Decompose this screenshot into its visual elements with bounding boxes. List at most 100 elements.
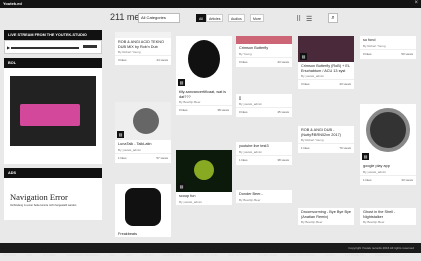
- card-title[interactable]: Donder Beer...: [236, 190, 292, 197]
- app-logo[interactable]: Youtek.ed: [3, 1, 22, 6]
- card-title[interactable]: ROB & ANGI ACID TEKNO DUB MIX by Rob'n D…: [115, 38, 171, 49]
- footer-link[interactable]: HOME PAGE: [256, 250, 280, 260]
- card-thumb: [115, 184, 171, 230]
- media-card[interactable]: Donder Beer... By Boerlijn Beer: [236, 190, 292, 203]
- copyright-text: Copyright Youtek records 2016 All rights…: [348, 246, 414, 250]
- top-bar: Youtek.ed ×: [0, 0, 421, 8]
- card-title[interactable]: Crimson Butterfly (RoB) + EL Erschabtum …: [298, 62, 354, 73]
- likes-count[interactable]: 1 likes: [239, 158, 248, 162]
- close-icon[interactable]: ×: [414, 0, 418, 6]
- card-thumb: ▤: [360, 104, 416, 162]
- likes-count[interactable]: 3 likes: [301, 82, 310, 86]
- filter-more[interactable]: More: [250, 14, 264, 22]
- card-title[interactable]: Ghost in the Shell - Nightstalker: [360, 208, 416, 219]
- media-card[interactable]: so fond By Robert Young 0 likes 50 views: [360, 36, 416, 59]
- card-thumb: ▤: [176, 36, 232, 88]
- footer-link[interactable]: NEW WINDOW: [225, 250, 252, 260]
- volume-slider[interactable]: [83, 45, 97, 48]
- media-card[interactable]: Ghost in the Shell - Nightstalker By Bee…: [360, 208, 416, 226]
- sidebar: LIVE STREAM FROM THE YOUTEK-STUDIO ▶ BOL…: [4, 30, 102, 220]
- doc-icon: ▤: [178, 183, 185, 190]
- media-card[interactable]: [] By youtek_admin 0 likes 45 views: [236, 94, 292, 117]
- card-title[interactable]: Crimson Butterfly: [236, 44, 292, 51]
- bol-banner-image[interactable]: [10, 76, 96, 146]
- media-card[interactable]: ▤ LunaTalk - TalkLatin By youtek_admin 1…: [115, 102, 171, 163]
- card-stats: 3 likes 44 views: [115, 55, 171, 65]
- footer-link[interactable]: MMS: [122, 250, 135, 260]
- views-count: 45 views: [277, 109, 289, 114]
- card-title[interactable]: Droomvorming - Bye Bye Bye (Anatian Remi…: [298, 208, 354, 219]
- card-title[interactable]: so fond: [360, 36, 416, 43]
- livestream-title: LIVE STREAM FROM THE YOUTEK-STUDIO: [4, 30, 102, 40]
- media-card[interactable]: Droomvorming - Bye Bye Bye (Anatian Remi…: [298, 208, 354, 226]
- card-title[interactable]: tilly-sanvancertificaat, wat is dat???: [176, 88, 232, 99]
- views-count: 50 views: [401, 51, 413, 56]
- category-select[interactable]: All Categories: [138, 13, 180, 23]
- card-stats: 1 likes 33 views: [360, 174, 416, 185]
- media-card[interactable]: ▤ Crimson Butterfly (RoB) + EL Erschabtu…: [298, 36, 354, 90]
- search-button[interactable]: ⌕: [328, 13, 338, 23]
- footer-link[interactable]: LEVEL PROGRESS: [285, 250, 318, 260]
- card-thumb: ▤: [115, 102, 171, 140]
- likes-count[interactable]: 0 likes: [363, 52, 372, 56]
- footer-link[interactable]: ARTISTS: [0, 250, 19, 260]
- card-title[interactable]: []: [236, 94, 292, 101]
- card-stats: 0 likes 50 views: [360, 48, 416, 59]
- card-title[interactable]: LunaTalk - TalkLatin: [115, 140, 171, 147]
- media-card[interactable]: ROB & ANGI DUB - (Nutty®BRN02xn 2017) By…: [298, 126, 354, 154]
- bol-widget: BOL: [4, 58, 102, 164]
- likes-count[interactable]: 1 likes: [363, 178, 372, 182]
- card-title[interactable]: scoop fun: [176, 192, 232, 199]
- footer-link[interactable]: CHARTS LIVE: [160, 250, 186, 260]
- footer-link[interactable]: APP: [23, 250, 35, 260]
- views-count: 70 views: [339, 146, 351, 151]
- audio-player[interactable]: ▶: [4, 40, 102, 54]
- card-author: By Beerlijn Beer: [301, 220, 323, 225]
- views-count: 43 views: [277, 59, 289, 64]
- card-stats: 3 likes 43 views: [298, 79, 354, 89]
- footer-link[interactable]: AKTUEEL: [40, 250, 60, 260]
- ads-error-title: Navigation Error: [10, 192, 68, 202]
- media-card[interactable]: ▤ tilly-sanvancertificaat, wat is dat???…: [176, 36, 232, 116]
- likes-count[interactable]: 0 likes: [239, 110, 248, 114]
- card-stats: 1 likes 57 views: [115, 152, 171, 163]
- card-stats: 1 likes 38 views: [236, 154, 292, 165]
- list-view-icon[interactable]: ☰: [306, 15, 312, 23]
- filter-all[interactable]: All: [196, 14, 206, 22]
- search-icon: ⌕: [331, 15, 335, 21]
- footer-link[interactable]: ABONNEER DROPBOX: [64, 250, 103, 260]
- card-author: By youtek_admin: [179, 199, 203, 204]
- views-count: 38 views: [277, 157, 289, 162]
- likes-count[interactable]: 1 likes: [301, 146, 310, 150]
- footer-link[interactable]: YOUTEK.TV LIVE: [190, 250, 220, 260]
- footer-link[interactable]: LOGIN: [322, 250, 337, 260]
- likes-count[interactable]: 0 likes: [179, 108, 188, 112]
- views-count: 57 views: [156, 155, 168, 160]
- media-card[interactable]: ROB & ANGI ACID TEKNO DUB MIX by Rob'n D…: [115, 32, 171, 66]
- footer-link[interactable]: ISO: [107, 250, 118, 260]
- card-stats: 0 likes 45 views: [236, 106, 292, 117]
- card-thumb: ▤: [298, 36, 354, 62]
- grid-view-icon[interactable]: ⠿: [296, 15, 301, 23]
- card-title[interactable]: google play app: [360, 162, 416, 169]
- media-card[interactable]: Freakbeats: [115, 184, 171, 237]
- ads-error-note: Verbindung zu einer Seite konnte nicht h…: [10, 204, 77, 207]
- filter-articles[interactable]: Articles: [206, 14, 224, 22]
- likes-count[interactable]: 1 likes: [118, 156, 127, 160]
- progress-bar[interactable]: [11, 47, 79, 49]
- media-card[interactable]: ▤ google play app By youtek_admin 1 like…: [360, 104, 416, 185]
- likes-count[interactable]: 0 likes: [239, 60, 248, 64]
- card-title[interactable]: ROB & ANGI DUB - (Nutty®BRN02xn 2017): [298, 126, 354, 137]
- bol-title: BOL: [4, 58, 102, 68]
- footer-link[interactable]: YG-EN: [140, 250, 156, 260]
- card-title[interactable]: Freakbeats: [115, 230, 171, 237]
- media-card[interactable]: youtube live test3 By youtek_admin 1 lik…: [236, 142, 292, 165]
- card-author: By Boerlijn Beer: [239, 197, 261, 202]
- card-title[interactable]: youtube live test3: [236, 142, 292, 149]
- likes-count[interactable]: 3 likes: [118, 58, 127, 62]
- media-card[interactable]: Crimson Butterfly By Young 0 likes 43 vie…: [236, 36, 292, 67]
- views-count: 38 views: [217, 108, 229, 113]
- play-icon[interactable]: ▶: [7, 45, 10, 50]
- filter-audios[interactable]: Audios: [228, 14, 245, 22]
- media-card[interactable]: ▤ scoop fun By youtek_admin: [176, 150, 232, 205]
